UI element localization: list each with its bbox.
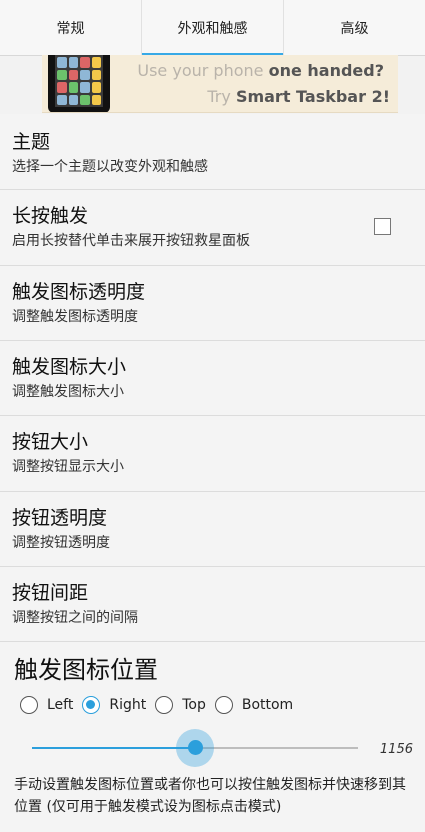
radio-circle[interactable] bbox=[82, 696, 101, 714]
setting-button-opacity[interactable]: 按钮透明度 调整按钮透明度 bbox=[0, 492, 425, 567]
trigger-position-section: 触发图标位置 Left Right Top Bottom 1156 手动设置触发… bbox=[0, 642, 425, 832]
setting-subtitle: 调整按钮显示大小 bbox=[12, 459, 124, 475]
position-radio-group: Left Right Top Bottom bbox=[20, 696, 302, 714]
slider-value: 1156 bbox=[379, 742, 413, 757]
section-title: 触发图标位置 bbox=[14, 656, 158, 684]
radio-bottom[interactable]: Bottom bbox=[214, 696, 294, 714]
tab-general[interactable]: 常规 bbox=[0, 0, 142, 55]
setting-trigger-opacity[interactable]: 触发图标透明度 调整触发图标透明度 bbox=[0, 266, 425, 341]
setting-subtitle: 选择一个主题以改变外观和触感 bbox=[12, 159, 208, 175]
setting-subtitle: 启用长按替代单击来展开按钮救星面板 bbox=[12, 233, 250, 249]
slider-fill bbox=[32, 747, 195, 749]
banner-line-1: Use your phone one handed? bbox=[137, 61, 384, 80]
long-press-checkbox[interactable] bbox=[374, 218, 391, 235]
setting-button-size[interactable]: 按钮大小 调整按钮显示大小 bbox=[0, 416, 425, 492]
radio-left[interactable]: Left bbox=[20, 696, 73, 714]
setting-long-press[interactable]: 长按触发 启用长按替代单击来展开按钮救星面板 bbox=[0, 190, 425, 266]
setting-subtitle: 调整按钮透明度 bbox=[12, 535, 110, 551]
radio-top[interactable]: Top bbox=[155, 696, 206, 714]
radio-label: Right bbox=[109, 697, 147, 713]
setting-theme[interactable]: 主题 选择一个主题以改变外观和触感 bbox=[0, 114, 425, 190]
setting-title: 按钮大小 bbox=[12, 431, 89, 453]
radio-circle[interactable] bbox=[214, 696, 233, 714]
position-slider[interactable] bbox=[32, 729, 358, 767]
setting-subtitle: 调整按钮之间的间隔 bbox=[12, 610, 138, 626]
radio-circle[interactable] bbox=[20, 696, 38, 714]
banner-line-2: Try Smart Taskbar 2! bbox=[207, 87, 390, 106]
tab-bar: 常规 外观和触感 高级 bbox=[0, 0, 425, 56]
tab-advanced[interactable]: 高级 bbox=[284, 0, 425, 55]
setting-title: 长按触发 bbox=[12, 205, 89, 227]
setting-trigger-size[interactable]: 触发图标大小 调整触发图标大小 bbox=[0, 341, 425, 416]
slider-thumb[interactable] bbox=[187, 740, 203, 755]
setting-subtitle: 调整触发图标透明度 bbox=[12, 309, 138, 325]
setting-title: 主题 bbox=[12, 131, 51, 153]
radio-label: Top bbox=[182, 697, 206, 713]
setting-title: 触发图标透明度 bbox=[12, 281, 146, 303]
setting-button-spacing[interactable]: 按钮间距 调整按钮之间的间隔 bbox=[0, 567, 425, 642]
radio-circle[interactable] bbox=[155, 696, 174, 714]
setting-title: 触发图标大小 bbox=[12, 356, 127, 378]
radio-label: Left bbox=[47, 697, 74, 713]
setting-subtitle: 调整触发图标大小 bbox=[12, 384, 124, 400]
radio-label: Bottom bbox=[241, 697, 294, 713]
tab-appearance[interactable]: 外观和触感 bbox=[142, 0, 284, 56]
position-description: 手动设置触发图标位置或者你也可以按住触发图标并快速移到其位置 (仅可用于触发模式… bbox=[14, 777, 406, 815]
setting-title: 按钮透明度 bbox=[12, 507, 108, 529]
promo-banner[interactable]: Use your phone one handed? Try Smart Tas… bbox=[42, 55, 398, 113]
setting-title: 按钮间距 bbox=[12, 582, 89, 604]
radio-right[interactable]: Right bbox=[82, 696, 146, 714]
phone-image bbox=[48, 55, 110, 112]
